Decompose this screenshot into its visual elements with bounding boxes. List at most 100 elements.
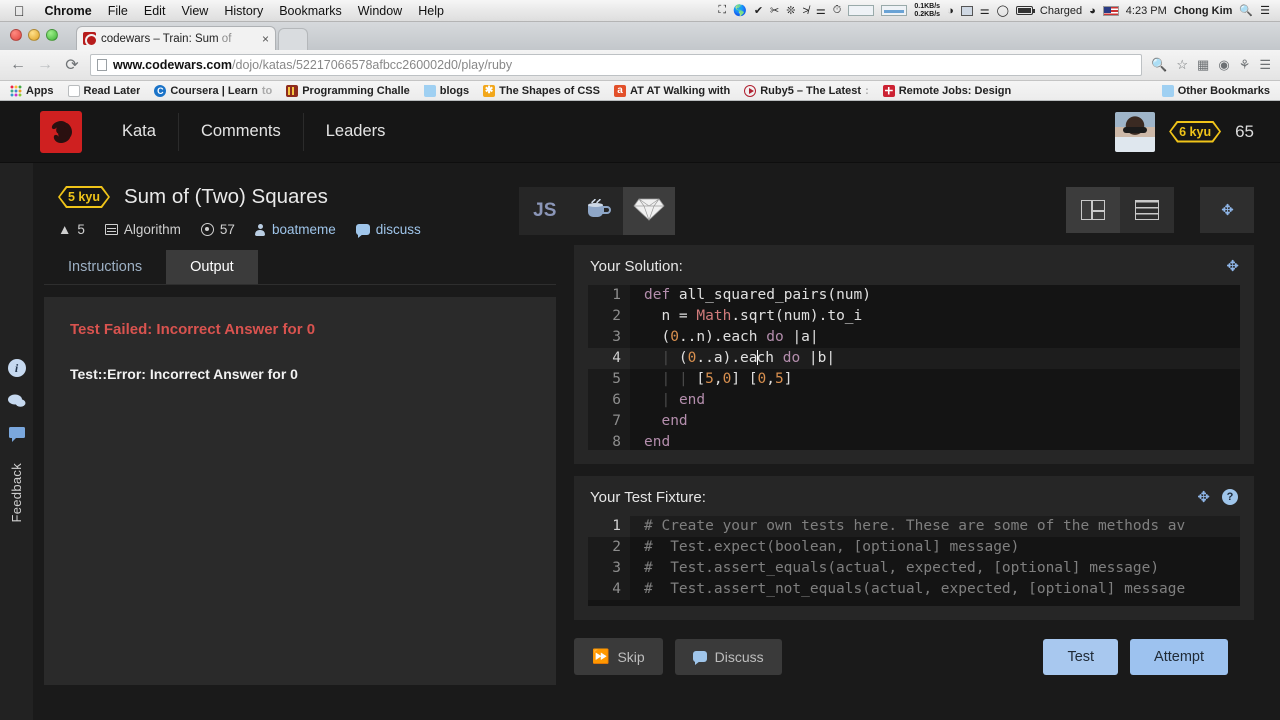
feedback-icon[interactable]: [7, 424, 26, 443]
menu-file[interactable]: File: [100, 4, 136, 18]
comments-icon[interactable]: [7, 391, 26, 410]
discuss-label: Discuss: [714, 648, 764, 665]
clock-time[interactable]: 4:23 PM: [1126, 5, 1167, 17]
nav-leaders[interactable]: Leaders: [302, 112, 408, 151]
kata-header: 5 kyu Sum of (Two) Squares ▲ 5 Algorithm…: [0, 163, 1280, 238]
address-bar[interactable]: www.codewars.com/dojo/katas/52217066578a…: [90, 54, 1143, 76]
paw-icon[interactable]: ❊: [786, 4, 795, 17]
minimize-window-button[interactable]: [28, 29, 40, 41]
kata-author[interactable]: boatmeme: [255, 222, 336, 237]
bookmark-remote-jobs[interactable]: Remote Jobs: Design: [879, 84, 1015, 97]
back-button[interactable]: ←: [9, 56, 27, 74]
info-icon[interactable]: i: [7, 359, 26, 377]
reload-button[interactable]: ⟳: [63, 55, 81, 75]
discuss-label[interactable]: discuss: [376, 222, 421, 237]
other-bookmarks-folder[interactable]: Other Bookmarks: [1158, 84, 1274, 97]
fullscreen-icon: ✥: [1221, 202, 1234, 219]
browser-tab-active[interactable]: codewars – Train: Sum of ×: [76, 26, 276, 50]
nav-kata[interactable]: Kata: [100, 113, 178, 151]
bookmark-ruby5[interactable]: Ruby5 – The Latest :: [740, 84, 873, 97]
disk-icon[interactable]: [960, 5, 973, 16]
menu-chrome[interactable]: Chrome: [37, 4, 100, 18]
author-name[interactable]: boatmeme: [272, 222, 336, 237]
bookmark-blogs[interactable]: blogs: [420, 84, 473, 97]
spotlight-search-icon[interactable]: 🔍: [1239, 4, 1253, 17]
window-controls[interactable]: [10, 29, 58, 41]
page-info-icon[interactable]: [97, 59, 107, 71]
split-layout-button[interactable]: [1066, 187, 1120, 233]
language-tab-java[interactable]: [570, 187, 623, 235]
bookmark-read-later[interactable]: Read Later: [64, 84, 145, 97]
notification-center-icon[interactable]: ☰: [1260, 4, 1270, 17]
fixture-editor[interactable]: 1 # Create your own tests here. These are…: [588, 516, 1240, 606]
bookmark-programming-challenges[interactable]: Programming Challe: [282, 84, 414, 97]
key-icon[interactable]: ⚘: [1239, 57, 1251, 73]
language-tab-ruby[interactable]: [622, 187, 675, 235]
bookmark-apps[interactable]: Apps: [6, 84, 58, 97]
codewars-logo[interactable]: [40, 110, 82, 153]
zoom-out-icon[interactable]: 🔍: [1151, 57, 1167, 73]
expand-icon[interactable]: ✥: [1226, 257, 1239, 275]
sync-icon[interactable]: ◉: [1218, 57, 1229, 73]
bubble-icon[interactable]: ◯: [997, 4, 1009, 17]
chrome-menu-icon[interactable]: ☰: [1259, 57, 1271, 73]
bookmark-coursera[interactable]: C Coursera | Learn to: [150, 84, 276, 97]
extension-icon[interactable]: ▦: [1197, 57, 1209, 73]
battery-icon[interactable]: [1015, 6, 1035, 15]
codewars-page: Kata Comments Leaders 6 kyu 65 i Feedbac…: [0, 101, 1280, 720]
nav-comments[interactable]: Comments: [177, 112, 303, 151]
stacked-layout-button[interactable]: [1120, 187, 1174, 233]
bookmark-shapes-of-css[interactable]: ✱ The Shapes of CSS: [479, 84, 604, 97]
discuss-button[interactable]: Discuss: [674, 638, 782, 675]
skip-button[interactable]: ⏩ Skip: [574, 638, 663, 675]
new-tab-button[interactable]: [278, 28, 308, 50]
forward-button[interactable]: →: [36, 56, 54, 74]
language-tabs: JS: [518, 187, 675, 235]
close-tab-icon[interactable]: ×: [262, 32, 269, 46]
shield-check-icon[interactable]: ✔: [754, 4, 763, 17]
bookmark-at-at-walking[interactable]: a AT AT Walking with: [610, 84, 734, 97]
menu-bookmarks[interactable]: Bookmarks: [271, 4, 350, 18]
upvote-icon[interactable]: ▲: [58, 222, 71, 237]
antenna-icon[interactable]: ⚌: [816, 4, 826, 17]
menu-help[interactable]: Help: [410, 4, 452, 18]
attempt-button[interactable]: Attempt: [1130, 638, 1228, 675]
menu-window[interactable]: Window: [350, 4, 410, 18]
menu-edit[interactable]: Edit: [136, 4, 174, 18]
clock-icon[interactable]: ⏱: [833, 4, 842, 17]
language-tab-js[interactable]: JS: [518, 187, 571, 235]
output-panel: Test Failed: Incorrect Answer for 0 Test…: [44, 297, 556, 685]
tab-instructions[interactable]: Instructions: [44, 250, 166, 284]
kata-votes[interactable]: ▲ 5: [58, 222, 85, 237]
kata-category[interactable]: Algorithm: [104, 222, 181, 237]
maximize-window-button[interactable]: [46, 29, 58, 41]
bookmark-star-icon[interactable]: ☆: [1176, 57, 1188, 73]
avatar[interactable]: [1115, 111, 1156, 152]
tab-output[interactable]: Output: [166, 250, 258, 284]
feedback-label[interactable]: Feedback: [9, 463, 24, 523]
expand-icon[interactable]: ✥: [1197, 488, 1210, 506]
flux-icon[interactable]: ≯: [802, 5, 808, 17]
wrench-icon[interactable]: ✂: [770, 4, 779, 17]
network-graph-icon[interactable]: [881, 5, 908, 16]
fullscreen-button[interactable]: ✥: [1200, 187, 1254, 233]
wifi-icon[interactable]: ◕: [1089, 5, 1096, 17]
solution-header: Your Solution: ✥: [574, 245, 1254, 285]
account-name[interactable]: Chong Kim: [1174, 5, 1233, 17]
line-number: 1: [588, 285, 630, 306]
solution-editor[interactable]: 1 def all_squared_pairs(num) 2 n = Math.s…: [588, 285, 1240, 450]
kata-discuss-link[interactable]: discuss: [355, 222, 421, 238]
help-icon[interactable]: ?: [1222, 489, 1238, 505]
keyboard-icon[interactable]: ⚌: [980, 4, 990, 17]
memory-icon[interactable]: ◑: [947, 5, 954, 17]
test-button[interactable]: Test: [1043, 638, 1119, 675]
screen-recorder-icon[interactable]: ⛶: [718, 4, 726, 17]
menu-view[interactable]: View: [173, 4, 216, 18]
cpu-graph-icon[interactable]: [848, 5, 875, 16]
close-window-button[interactable]: [10, 29, 22, 41]
globe-status-icon[interactable]: 🌎: [733, 4, 747, 17]
input-language-flag-icon[interactable]: [1102, 5, 1119, 16]
menu-history[interactable]: History: [216, 4, 271, 18]
apple-menu-icon[interactable]: : [14, 4, 25, 18]
javascript-icon: JS: [533, 200, 557, 221]
